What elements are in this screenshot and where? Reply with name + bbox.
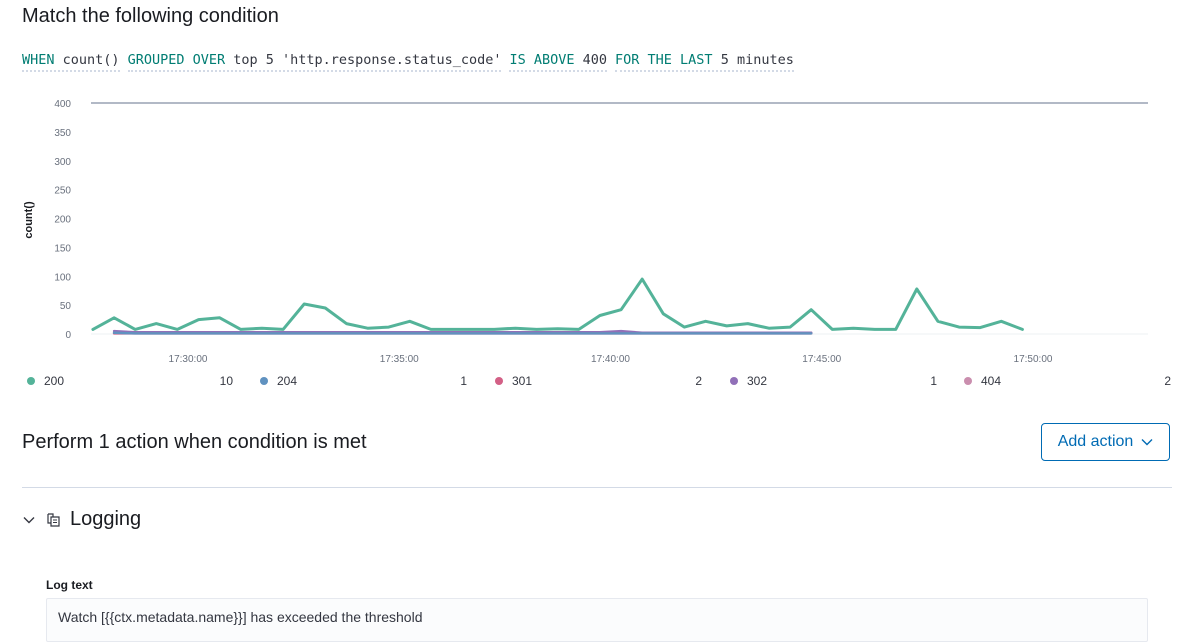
legend-swatch — [964, 377, 972, 385]
legend-label: 302 — [747, 374, 768, 388]
section-divider — [22, 487, 1172, 488]
when-value: count() — [62, 52, 120, 68]
y-tick-label: 350 — [54, 128, 71, 139]
y-tick-label: 100 — [54, 272, 71, 283]
log-text-label: Log text — [46, 578, 93, 592]
legend-label: 404 — [981, 374, 1002, 388]
grouped-over-value: top 5 'http.response.status_code' — [233, 52, 502, 68]
y-tick-label: 300 — [54, 157, 71, 168]
y-tick-label: 50 — [60, 301, 72, 312]
y-tick-label: 150 — [54, 243, 71, 254]
legend-label: 301 — [512, 374, 533, 388]
threshold-value: 400 — [582, 52, 608, 68]
legend-item-302[interactable]: 302 — [730, 374, 767, 388]
x-tick-label: 17:50:00 — [1014, 354, 1053, 365]
condition-expression: WHEN count() GROUPED OVER top 5 'http.re… — [22, 52, 802, 72]
grouped-over-expression[interactable]: GROUPED OVER top 5 'http.response.status… — [127, 52, 502, 72]
x-tick-label: 17:45:00 — [802, 354, 841, 365]
legend-count: 1 — [460, 374, 467, 388]
x-tick-label: 17:30:00 — [169, 354, 208, 365]
legend-label: 200 — [44, 374, 65, 388]
add-action-label: Add action — [1057, 433, 1134, 450]
time-window-expression[interactable]: FOR THE LAST 5 minutes — [615, 52, 794, 72]
legend-item-404[interactable]: 404 — [964, 374, 1001, 388]
y-tick-label: 200 — [54, 215, 71, 226]
legend-count: 10 — [219, 374, 233, 388]
legend-label: 204 — [277, 374, 298, 388]
grouped-over-keyword: GROUPED OVER — [127, 52, 226, 68]
series-line-204 — [112, 331, 813, 335]
log-text-input[interactable]: Watch [{{ctx.metadata.name}}] has exceed… — [46, 598, 1148, 642]
logging-accordion-header[interactable]: Logging — [22, 508, 141, 531]
threshold-expression[interactable]: IS ABOVE 400 — [509, 52, 608, 72]
series-line-200 — [91, 277, 1024, 331]
legend-item-204[interactable]: 204 — [260, 374, 297, 388]
x-tick-label: 17:35:00 — [380, 354, 419, 365]
when-expression[interactable]: WHEN count() — [22, 52, 120, 72]
y-tick-label: 0 — [65, 330, 71, 341]
logging-icon — [47, 512, 60, 527]
actions-title: Perform 1 action when condition is met — [22, 431, 367, 453]
chevron-down-icon[interactable] — [22, 513, 36, 527]
watch-visualize-chart: 400 350 300 250 200 150 100 50 0 17:30:00 17:35:00… — [23, 99, 1148, 365]
add-action-button[interactable]: Add action — [1041, 423, 1170, 461]
y-tick-label: 400 — [54, 99, 71, 110]
legend-swatch — [730, 377, 738, 385]
time-window-value: 5 minutes — [720, 52, 794, 68]
arrow-down-icon — [1141, 439, 1153, 446]
time-window-keyword: FOR THE LAST — [615, 52, 713, 68]
section-title: Match the following condition — [22, 5, 279, 27]
logging-title: Logging — [70, 508, 142, 530]
legend-count: 1 — [930, 374, 937, 388]
when-keyword: WHEN — [22, 52, 55, 68]
legend-swatch — [495, 377, 503, 385]
threshold-keyword: IS ABOVE — [509, 52, 575, 68]
legend-swatch — [260, 377, 268, 385]
legend-count: 2 — [695, 374, 702, 388]
y-axis-label: count() — [23, 201, 35, 239]
legend-swatch — [27, 377, 35, 385]
legend-count: 2 — [1164, 374, 1171, 388]
y-tick-label: 250 — [54, 186, 71, 197]
x-tick-label: 17:40:00 — [591, 354, 630, 365]
legend-item-200[interactable]: 200 — [27, 374, 64, 388]
legend-item-301[interactable]: 301 — [495, 374, 532, 388]
